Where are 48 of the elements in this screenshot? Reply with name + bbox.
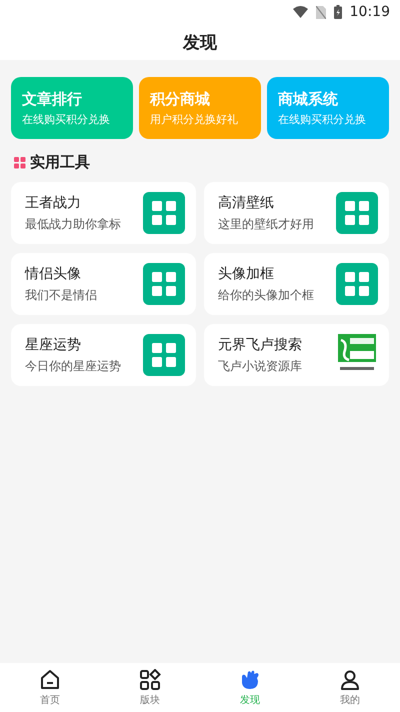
battery-icon (334, 5, 342, 19)
no-sim-icon (316, 6, 326, 18)
tool-subtitle: 给你的头像加个框 (218, 286, 314, 304)
tool-title: 王者战力 (25, 194, 82, 212)
tab-item[interactable]: 发现 (200, 663, 300, 712)
grid-icon (143, 334, 185, 376)
page-title: 发现 (183, 32, 217, 54)
squares-icon (14, 156, 26, 168)
grid-icon (143, 192, 185, 234)
card-subtitle: 在线购买积分兑换 (278, 112, 367, 126)
grid-icon (336, 263, 378, 305)
blocks-icon (139, 668, 161, 690)
tool-subtitle: 今日你的星座运势 (25, 358, 121, 374)
home-icon (39, 668, 61, 690)
tab-item[interactable]: 我的 (300, 663, 400, 712)
card-subtitle: 在线购买积分兑换 (22, 112, 111, 126)
tool-subtitle: 我们不是情侣 (25, 286, 97, 304)
tool-card[interactable]: 王者战力 最低战力助你拿标 (11, 182, 196, 244)
tab-label: 我的 (340, 694, 360, 706)
tool-title: 头像加框 (218, 264, 275, 282)
card-title: 文章排行 (22, 90, 83, 108)
tool-card[interactable]: 高清壁纸 这里的壁纸才好用 (204, 182, 389, 244)
tool-subtitle: 最低战力助你拿标 (25, 216, 121, 232)
user-icon (339, 668, 361, 690)
tool-card[interactable]: 元界飞卢搜索 飞卢小说资源库 (204, 324, 389, 386)
hand-icon (239, 668, 261, 690)
section-title: 实用工具 (30, 153, 90, 172)
tool-title: 情侣头像 (25, 264, 82, 282)
tab-item[interactable]: 版块 (100, 663, 200, 712)
tool-title: 高清壁纸 (218, 194, 275, 212)
grid-icon (143, 263, 185, 305)
tab-label: 首页 (40, 694, 60, 706)
tool-title: 星座运势 (25, 336, 82, 354)
status-time: 10:19 (350, 4, 390, 20)
card-title: 积分商城 (150, 90, 211, 108)
tool-title: 元界飞卢搜索 (218, 336, 302, 354)
wifi-icon (292, 6, 308, 18)
tab-item[interactable]: 首页 (0, 663, 100, 712)
tab-label: 发现 (240, 694, 260, 706)
tool-subtitle: 这里的壁纸才好用 (218, 216, 314, 232)
tool-card[interactable]: 头像加框 给你的头像加个框 (204, 253, 389, 315)
grid-icon (336, 192, 378, 234)
card-subtitle: 用户积分兑换好礼 (150, 112, 239, 126)
card-title: 商城系统 (278, 90, 339, 108)
tool-card[interactable]: 情侣头像 我们不是情侣 (11, 253, 196, 315)
tool-card[interactable]: 星座运势 今日你的星座运势 (11, 324, 196, 386)
tool-subtitle: 飞卢小说资源库 (218, 358, 302, 374)
tab-label: 版块 (140, 694, 160, 706)
